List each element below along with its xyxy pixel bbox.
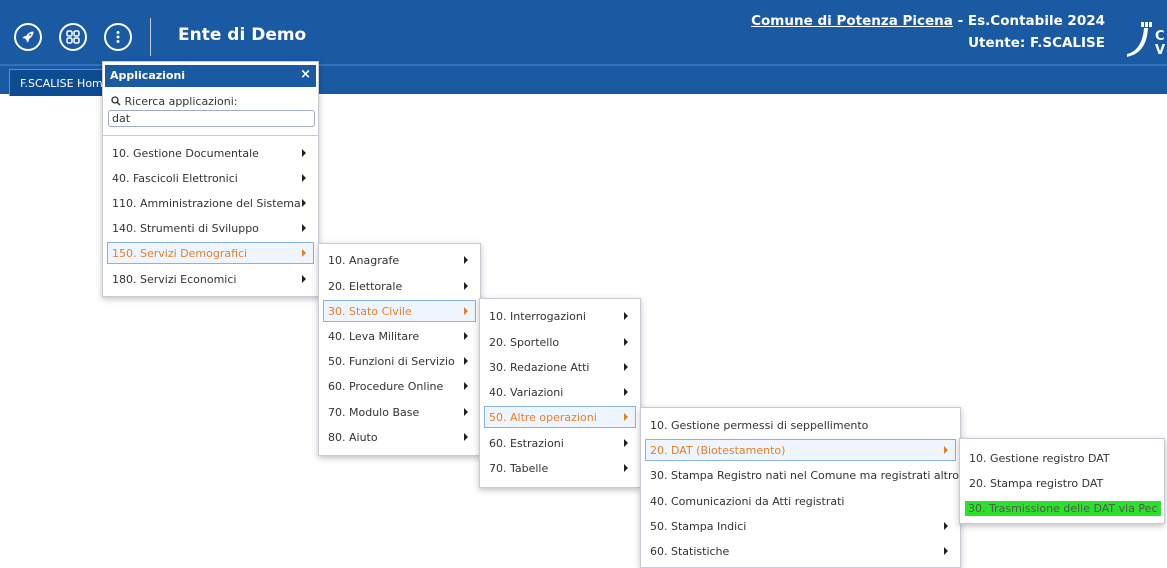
rocket-icon[interactable] xyxy=(14,23,42,51)
menu-item-trasmissione-dat-pec[interactable]: 30. Trasmissione delle DAT via Pec xyxy=(964,497,1161,519)
chevron-right-icon xyxy=(624,464,628,472)
chevron-right-icon xyxy=(624,388,628,396)
menu-divider xyxy=(103,135,318,136)
menu-item-comunicazioni-atti[interactable]: 40. Comunicazioni da Atti registrati xyxy=(645,490,956,512)
entity-title: Ente di Demo xyxy=(178,25,307,45)
brand-logo: C V xyxy=(1123,14,1167,58)
menu-item-strumenti-sviluppo[interactable]: 140. Strumenti di Sviluppo xyxy=(107,217,314,239)
submenu-stato-civile: 10. Interrogazioni 20. Sportello 30. Red… xyxy=(479,298,641,488)
submenu-dat: 10. Gestione registro DAT 20. Stampa reg… xyxy=(959,438,1165,524)
chevron-right-icon xyxy=(624,312,628,320)
apps-menu: Applicazioni × Ricerca applicazioni: 10.… xyxy=(102,61,319,297)
esercizio-label: - Es.Contabile 2024 xyxy=(952,13,1105,29)
chevron-right-icon xyxy=(302,249,306,257)
menu-item-elettorale[interactable]: 20. Elettorale xyxy=(323,275,476,297)
chevron-right-icon xyxy=(464,408,468,416)
menu-item-sportello[interactable]: 20. Sportello xyxy=(484,331,636,353)
menu-item-procedure-online[interactable]: 60. Procedure Online xyxy=(323,375,476,397)
menu-item-statistiche[interactable]: 60. Statistiche xyxy=(645,540,956,562)
submenu-servizi-demografici: 10. Anagrafe 20. Elettorale 30. Stato Ci… xyxy=(318,243,481,456)
menu-item-variazioni[interactable]: 40. Variazioni xyxy=(484,381,636,403)
menu-item-estrazioni[interactable]: 60. Estrazioni xyxy=(484,432,636,454)
menu-item-fascicoli-elettronici[interactable]: 40. Fascicoli Elettronici xyxy=(107,167,314,189)
menu-item-modulo-base[interactable]: 70. Modulo Base xyxy=(323,401,476,423)
chevron-right-icon xyxy=(302,149,306,157)
chevron-right-icon xyxy=(944,547,948,555)
menu-item-gestione-registro-dat[interactable]: 10. Gestione registro DAT xyxy=(964,447,1160,469)
chevron-right-icon xyxy=(464,282,468,290)
apps-grid-icon[interactable] xyxy=(59,23,87,51)
top-bar: Ente di Demo Comune di Potenza Picena - … xyxy=(0,0,1167,64)
chevron-right-icon xyxy=(624,338,628,346)
tab-home[interactable]: F.SCALISE Home xyxy=(9,69,109,96)
menu-item-servizi-economici[interactable]: 180. Servizi Economici xyxy=(107,268,314,290)
user-label: Utente: F.SCALISE xyxy=(968,35,1105,51)
menu-item-funzioni-servizio[interactable]: 50. Funzioni di Servizio xyxy=(323,350,476,372)
chevron-right-icon xyxy=(624,363,628,371)
session-info: Comune di Potenza Picena - Es.Contabile … xyxy=(751,10,1105,54)
svg-text:V: V xyxy=(1155,43,1165,58)
menu-item-aiuto[interactable]: 80. Aiuto xyxy=(323,426,476,448)
header-divider xyxy=(150,18,151,56)
menu-item-amministrazione[interactable]: 110. Amministrazione del Sistema xyxy=(107,192,314,214)
menu-item-leva-militare[interactable]: 40. Leva Militare xyxy=(323,325,476,347)
chevron-right-icon xyxy=(302,224,306,232)
chevron-right-icon xyxy=(464,382,468,390)
menu-item-altre-operazioni[interactable]: 50. Altre operazioni xyxy=(484,406,636,428)
chevron-right-icon xyxy=(302,174,306,182)
menu-item-tabelle[interactable]: 70. Tabelle xyxy=(484,457,636,479)
menu-item-anagrafe[interactable]: 10. Anagrafe xyxy=(323,249,476,271)
menu-item-servizi-demografici[interactable]: 150. Servizi Demografici xyxy=(107,242,314,264)
chevron-right-icon xyxy=(624,413,628,421)
chevron-right-icon xyxy=(302,275,306,283)
chevron-right-icon xyxy=(944,446,948,454)
chevron-right-icon xyxy=(464,332,468,340)
menu-item-stampa-registro-nati[interactable]: 30. Stampa Registro nati nel Comune ma r… xyxy=(645,464,972,486)
close-icon[interactable]: × xyxy=(300,67,311,82)
chevron-right-icon xyxy=(464,256,468,264)
chevron-right-icon xyxy=(624,439,628,447)
menu-item-permessi-seppellimento[interactable]: 10. Gestione permessi di seppellimento xyxy=(645,414,956,436)
comune-link[interactable]: Comune di Potenza Picena xyxy=(751,13,953,29)
chevron-right-icon xyxy=(464,307,468,315)
chevron-right-icon xyxy=(464,357,468,365)
search-input[interactable] xyxy=(108,110,315,127)
apps-menu-title: Applicazioni xyxy=(110,69,186,82)
chevron-right-icon xyxy=(302,199,306,207)
menu-item-interrogazioni[interactable]: 10. Interrogazioni xyxy=(484,305,636,327)
svg-text:C: C xyxy=(1155,29,1165,44)
chevron-right-icon xyxy=(944,522,948,530)
search-icon xyxy=(111,96,121,106)
menu-item-gestione-documentale[interactable]: 10. Gestione Documentale xyxy=(107,142,314,164)
menu-item-redazione-atti[interactable]: 30. Redazione Atti xyxy=(484,356,636,378)
menu-item-stampa-registro-dat[interactable]: 20. Stampa registro DAT xyxy=(964,472,1160,494)
menu-item-stato-civile[interactable]: 30. Stato Civile xyxy=(323,300,476,322)
menu-item-dat-biotestamento[interactable]: 20. DAT (Biotestamento) xyxy=(645,439,956,461)
menu-item-stampa-indici[interactable]: 50. Stampa Indici xyxy=(645,515,956,537)
more-vertical-icon[interactable] xyxy=(104,23,132,51)
chevron-right-icon xyxy=(464,433,468,441)
search-label: Ricerca applicazioni: xyxy=(111,95,237,108)
submenu-altre-operazioni: 10. Gestione permessi di seppellimento 2… xyxy=(640,407,972,568)
apps-menu-header: Applicazioni × xyxy=(105,65,316,87)
